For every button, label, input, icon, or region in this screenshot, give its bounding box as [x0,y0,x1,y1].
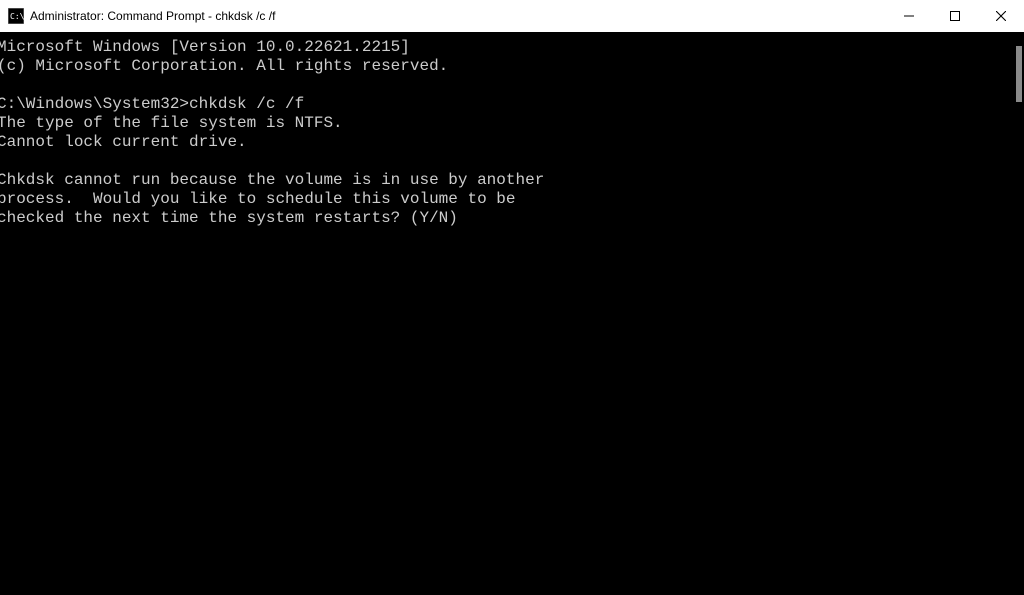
close-button[interactable] [978,0,1024,32]
minimize-button[interactable] [886,0,932,32]
close-icon [996,11,1006,21]
cmd-icon: C:\ [8,8,24,24]
window: C:\ Administrator: Command Prompt - chkd… [0,0,1024,595]
console-area[interactable]: Microsoft Windows [Version 10.0.22621.22… [0,32,1024,595]
minimize-icon [904,11,914,21]
scrollbar-track[interactable] [1010,32,1024,595]
scrollbar-thumb[interactable] [1016,46,1022,102]
titlebar[interactable]: C:\ Administrator: Command Prompt - chkd… [0,0,1024,32]
window-title: Administrator: Command Prompt - chkdsk /… [30,9,275,23]
window-controls [886,0,1024,32]
console-output: Microsoft Windows [Version 10.0.22621.22… [0,32,1024,228]
svg-text:C:\: C:\ [10,12,24,21]
maximize-icon [950,11,960,21]
maximize-button[interactable] [932,0,978,32]
